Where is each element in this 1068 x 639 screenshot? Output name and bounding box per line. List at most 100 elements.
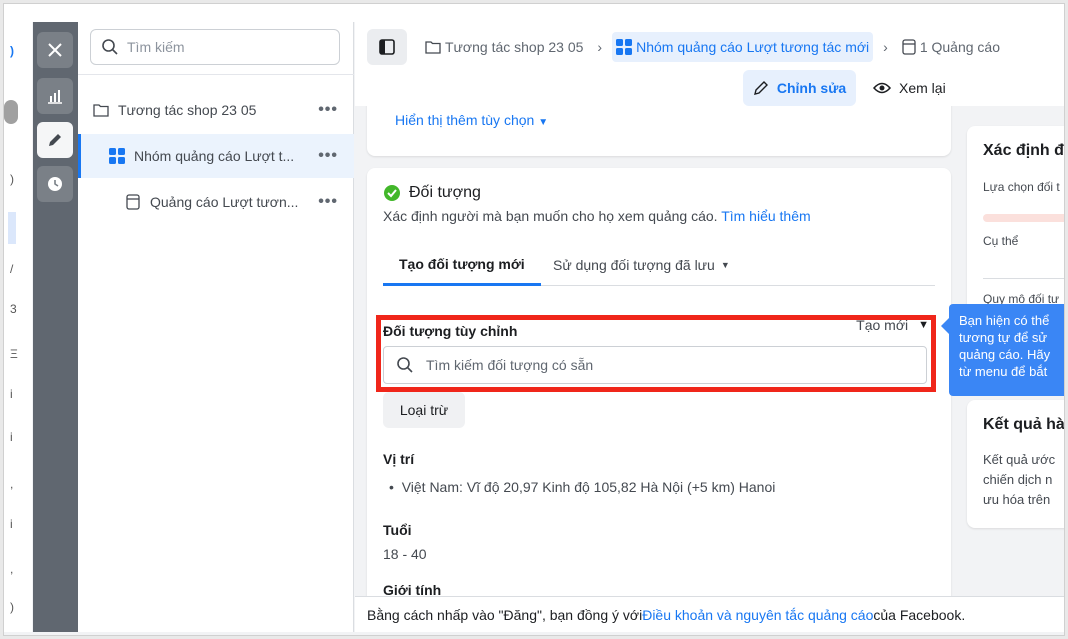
location-label: Vị trí: [383, 451, 415, 467]
edge-glyph: ): [10, 172, 14, 186]
audience-description-text: Xác định người mà bạn muốn cho họ xem qu…: [383, 208, 718, 224]
edge-glyph: ): [10, 44, 14, 58]
close-button[interactable]: [37, 32, 73, 68]
check-circle-icon: [384, 185, 400, 201]
estimated-results-title: Kết quả hà: [983, 416, 1065, 433]
results-line: Kết quả ước: [983, 452, 1056, 467]
edge-glyph: i: [10, 430, 13, 444]
edge-glyph: i: [10, 517, 13, 531]
caret-down-icon: ▼: [720, 260, 730, 270]
top-band: [4, 4, 1064, 22]
grid-icon: [108, 147, 126, 165]
more-options-icon[interactable]: •••: [318, 101, 338, 119]
review-button[interactable]: Xem lại: [873, 70, 946, 106]
edit-button-label: Chỉnh sửa: [776, 80, 847, 96]
left-edge-strip: ) ) / 3 Ξ i i , i , ): [4, 22, 32, 632]
tooltip-line: quảng cáo. Hãy: [959, 347, 1051, 362]
results-line: chiến dịch n: [983, 472, 1053, 487]
breadcrumb-label: Tương tác shop 23 05: [445, 39, 584, 55]
history-button[interactable]: [37, 166, 73, 202]
edge-glyph: ): [10, 600, 14, 614]
campaign-tree-panel: Tìm kiếm Tương tác shop 23 05 ••• Nhóm q…: [78, 22, 354, 632]
app-window: ) ) / 3 Ξ i i , i , ) Tìm kiếm Tương tác…: [3, 3, 1065, 636]
breadcrumb-campaign[interactable]: Tương tác shop 23 05: [421, 32, 587, 62]
footer-text: của Facebook.: [873, 606, 966, 623]
footer-text: Bằng cách nhấp vào "Đăng", bạn đồng ý vớ…: [367, 606, 643, 623]
audience-card: Đối tượng Xác định người mà bạn muốn cho…: [367, 168, 951, 596]
previous-section-card: Hiển thị thêm tùy chọn ▼: [367, 106, 951, 156]
bullet-glyph: •: [389, 479, 402, 495]
exclude-button[interactable]: Loại trừ: [383, 392, 465, 428]
tree-item-campaign[interactable]: Tương tác shop 23 05 •••: [78, 88, 354, 132]
tab-saved-audience[interactable]: Sử dụng đối tượng đã lưu ▼: [553, 244, 730, 286]
toggle-panel-button[interactable]: [367, 29, 407, 65]
pencil-icon: [753, 81, 768, 95]
tool-rail: [33, 22, 78, 632]
eye-icon: [873, 82, 891, 94]
pencil-icon: [49, 134, 61, 146]
info-tooltip: Bạn hiện có thể tương tự để sử quảng cáo…: [949, 304, 1064, 396]
chevron-right-icon: ›: [883, 39, 888, 55]
tree-search-placeholder: Tìm kiếm: [127, 39, 185, 55]
editor-main: Hiển thị thêm tùy chọn ▼ Đối tượng Xác đ…: [355, 106, 1065, 596]
divider: [983, 278, 1064, 279]
specific-label: Cụ thể: [983, 234, 1019, 248]
folder-icon: [425, 41, 441, 54]
show-more-options-link[interactable]: Hiển thị thêm tùy chọn ▼: [395, 112, 548, 128]
audience-title: Đối tượng: [383, 184, 481, 202]
search-icon: [102, 39, 118, 55]
bar-chart-icon: [48, 90, 62, 104]
tree-item-ad[interactable]: Quảng cáo Lượt tươn... •••: [78, 180, 354, 224]
tree-item-adset[interactable]: Nhóm quảng cáo Lượt t... •••: [78, 134, 354, 178]
edge-active-mark: [8, 212, 16, 244]
chevron-right-icon: ›: [597, 39, 603, 55]
gender-label: Giới tính: [383, 582, 442, 596]
tooltip-arrow: [941, 318, 949, 334]
grid-icon: [616, 39, 633, 55]
audience-size-meter: [983, 214, 1064, 222]
ad-document-icon: [902, 39, 916, 55]
editor-header: Tương tác shop 23 05 › Nhóm quảng cáo Lư…: [355, 22, 1064, 106]
tab-label: Tạo đối tượng mới: [399, 255, 525, 272]
reports-button[interactable]: [37, 78, 73, 114]
results-line: ưu hóa trên: [983, 492, 1051, 507]
breadcrumb-ads[interactable]: 1 Quảng cáo: [898, 32, 1004, 62]
tree-item-label: Tương tác shop 23 05: [118, 102, 257, 118]
tooltip-line: từ menu để bắt: [959, 364, 1048, 379]
tab-label: Sử dụng đối tượng đã lưu: [553, 257, 715, 273]
audience-description: Xác định người mà bạn muốn cho họ xem qu…: [383, 208, 811, 224]
clock-icon: [48, 177, 62, 191]
tree-search-input[interactable]: Tìm kiếm: [90, 29, 340, 65]
tab-new-audience[interactable]: Tạo đối tượng mới: [383, 244, 541, 286]
edge-glyph: 3: [10, 302, 17, 316]
close-icon: [48, 43, 62, 57]
learn-more-link[interactable]: Tìm hiểu thêm: [721, 208, 810, 224]
edit-button[interactable]: Chỉnh sửa: [743, 70, 856, 106]
estimated-results-card: Kết quả hà Kết quả ước chiến dịch n ưu h…: [967, 400, 1065, 528]
ad-document-icon: [124, 193, 142, 211]
audience-title-text: Đối tượng: [409, 184, 481, 201]
edge-glyph: ,: [10, 477, 14, 491]
more-options-icon[interactable]: •••: [318, 193, 338, 211]
show-more-options-label: Hiển thị thêm tùy chọn: [395, 112, 535, 128]
breadcrumb-label: Nhóm quảng cáo Lượt tương tác mới: [636, 39, 870, 55]
highlight-annotation-box: [376, 315, 936, 392]
edge-glyph: Ξ: [10, 347, 18, 361]
breadcrumb-adset[interactable]: Nhóm quảng cáo Lượt tương tác mới: [612, 32, 874, 62]
audience-tabs: Tạo đối tượng mới Sử dụng đối tượng đã l…: [383, 244, 935, 286]
terms-footer: Bằng cách nhấp vào "Đăng", bạn đồng ý vớ…: [355, 596, 1064, 632]
review-button-label: Xem lại: [899, 80, 946, 96]
breadcrumb: Tương tác shop 23 05 › Nhóm quảng cáo Lư…: [421, 29, 1004, 65]
edge-glyph: ,: [10, 562, 14, 576]
exclude-button-label: Loại trừ: [399, 402, 449, 418]
location-value: Việt Nam: Vĩ độ 20,97 Kinh độ 105,82 Hà …: [401, 479, 776, 495]
caret-down-icon: ▼: [538, 117, 549, 128]
more-options-icon[interactable]: •••: [318, 147, 338, 165]
tooltip-line: tương tự để sử: [959, 330, 1048, 345]
tree-item-label: Quảng cáo Lượt tươn...: [150, 194, 299, 210]
folder-icon: [92, 101, 110, 119]
tree-item-label: Nhóm quảng cáo Lượt t...: [134, 148, 295, 164]
terms-link[interactable]: Điều khoản và nguyên tắc quảng cáo: [642, 607, 873, 623]
location-item: • Việt Nam: Vĩ độ 20,97 Kinh độ 105,82 H…: [389, 479, 775, 495]
edit-mode-button[interactable]: [37, 122, 73, 158]
